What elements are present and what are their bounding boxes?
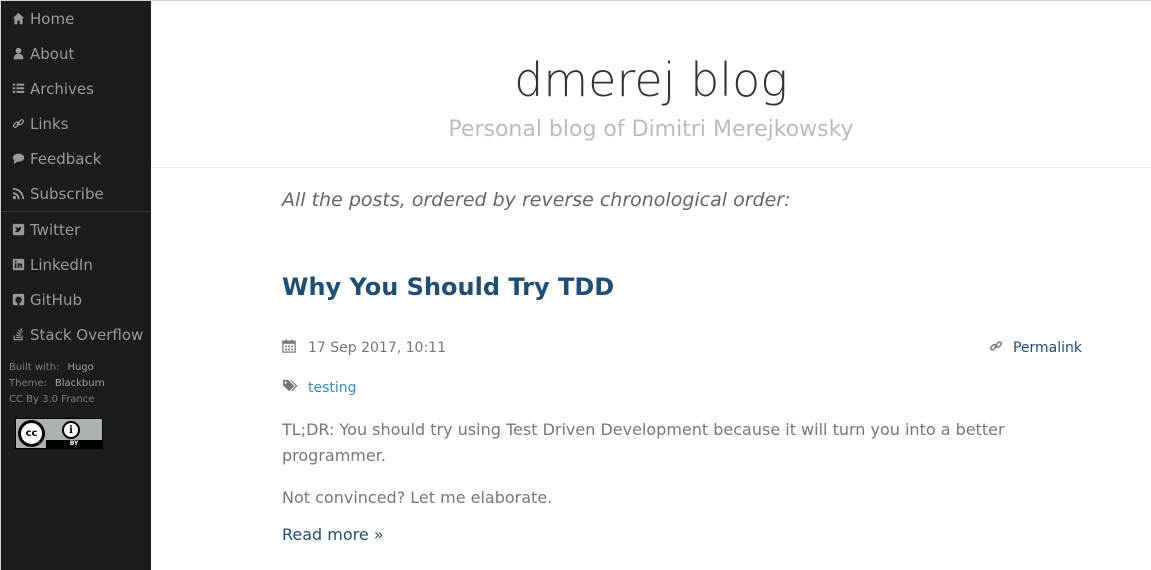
stack-overflow-icon: [12, 328, 30, 341]
permalink-link[interactable]: Permalink: [1013, 340, 1082, 356]
cc-by-badge[interactable]: cc i BY: [15, 418, 103, 449]
sidebar-item-label: Home: [30, 9, 75, 28]
by-label: BY: [46, 440, 102, 448]
twitter-icon: [12, 223, 30, 236]
attribution-icon: i: [62, 421, 80, 439]
theme-label: Theme:: [9, 378, 47, 389]
sidebar-item-label: Stack Overflow: [30, 325, 144, 344]
rss-icon: [12, 187, 30, 200]
sidebar-item-label: Archives: [30, 79, 94, 98]
post-summary: TL;DR: You should try using Test Driven …: [282, 420, 1005, 465]
tags-icon: [282, 379, 298, 397]
tag-link-testing[interactable]: testing: [308, 380, 357, 396]
sidebar-item-label: Feedback: [30, 149, 102, 168]
sidebar-nav: Home About Archives Links Feedback Subsc…: [1, 1, 151, 211]
user-icon: [12, 47, 30, 60]
post-entry: Why You Should Try TDD 17 Sep 2017, 10:1…: [282, 272, 1082, 544]
sidebar-item-label: GitHub: [30, 290, 82, 309]
sidebar-item-stack-overflow[interactable]: Stack Overflow: [1, 317, 151, 352]
sidebar-item-home[interactable]: Home: [1, 1, 151, 36]
main-content: All the posts, ordered by reverse chrono…: [282, 168, 1082, 544]
sidebar-item-twitter[interactable]: Twitter: [1, 212, 151, 247]
github-icon: [12, 293, 30, 306]
theme-line: Theme: Blackburn: [9, 376, 151, 392]
sidebar-item-label: Links: [30, 114, 69, 133]
sidebar-item-archives[interactable]: Archives: [1, 71, 151, 106]
sidebar-item-github[interactable]: GitHub: [1, 282, 151, 317]
link-icon: [12, 117, 30, 130]
site-title: dmerej blog: [514, 53, 788, 107]
sidebar-item-label: Twitter: [30, 220, 81, 239]
post-meta: 17 Sep 2017, 10:11 Permalink: [282, 338, 1082, 358]
sidebar-item-label: About: [30, 44, 75, 63]
calendar-icon: [282, 339, 296, 357]
blackburn-link[interactable]: Blackburn: [55, 378, 105, 389]
sidebar-item-subscribe[interactable]: Subscribe: [1, 176, 151, 211]
built-with-label: Built with:: [9, 362, 60, 373]
comment-icon: [12, 152, 30, 165]
post-summary-followup: Not convinced? Let me elaborate.: [282, 488, 553, 507]
sidebar-item-linkedin[interactable]: LinkedIn: [1, 247, 151, 282]
permalink-group: Permalink: [989, 339, 1082, 357]
site-subtitle: Personal blog of Dimitri Merejkowsky: [448, 117, 854, 142]
archive-intro: All the posts, ordered by reverse chrono…: [282, 189, 791, 211]
sidebar: Home About Archives Links Feedback Subsc…: [1, 1, 151, 570]
post-date: 17 Sep 2017, 10:11: [308, 340, 446, 356]
link-icon: [989, 339, 1003, 357]
home-icon: [12, 12, 30, 25]
read-more-link[interactable]: Read more »: [282, 525, 384, 544]
built-with-line: Built with: Hugo: [9, 360, 151, 376]
license-text: CC By 3.0 France: [9, 394, 95, 405]
post-tags: testing: [282, 378, 1082, 398]
post-title-link[interactable]: Why You Should Try TDD: [282, 272, 1082, 302]
sidebar-item-links[interactable]: Links: [1, 106, 151, 141]
sidebar-item-about[interactable]: About: [1, 36, 151, 71]
sidebar-item-feedback[interactable]: Feedback: [1, 141, 151, 176]
hugo-link[interactable]: Hugo: [67, 362, 93, 373]
sidebar-item-label: Subscribe: [30, 184, 104, 203]
site-header: dmerej blog Personal blog of Dimitri Mer…: [151, 1, 1151, 168]
sidebar-item-label: LinkedIn: [30, 255, 93, 274]
post-date-group: 17 Sep 2017, 10:11: [282, 339, 446, 357]
sidebar-meta: Built with: Hugo Theme: Blackburn CC By 3.…: [1, 352, 151, 408]
linkedin-icon: [12, 258, 30, 271]
sidebar-social: Twitter LinkedIn GitHub Stack Overflow: [1, 212, 151, 352]
cc-logo-icon: cc: [18, 420, 45, 447]
list-icon: [12, 82, 30, 95]
